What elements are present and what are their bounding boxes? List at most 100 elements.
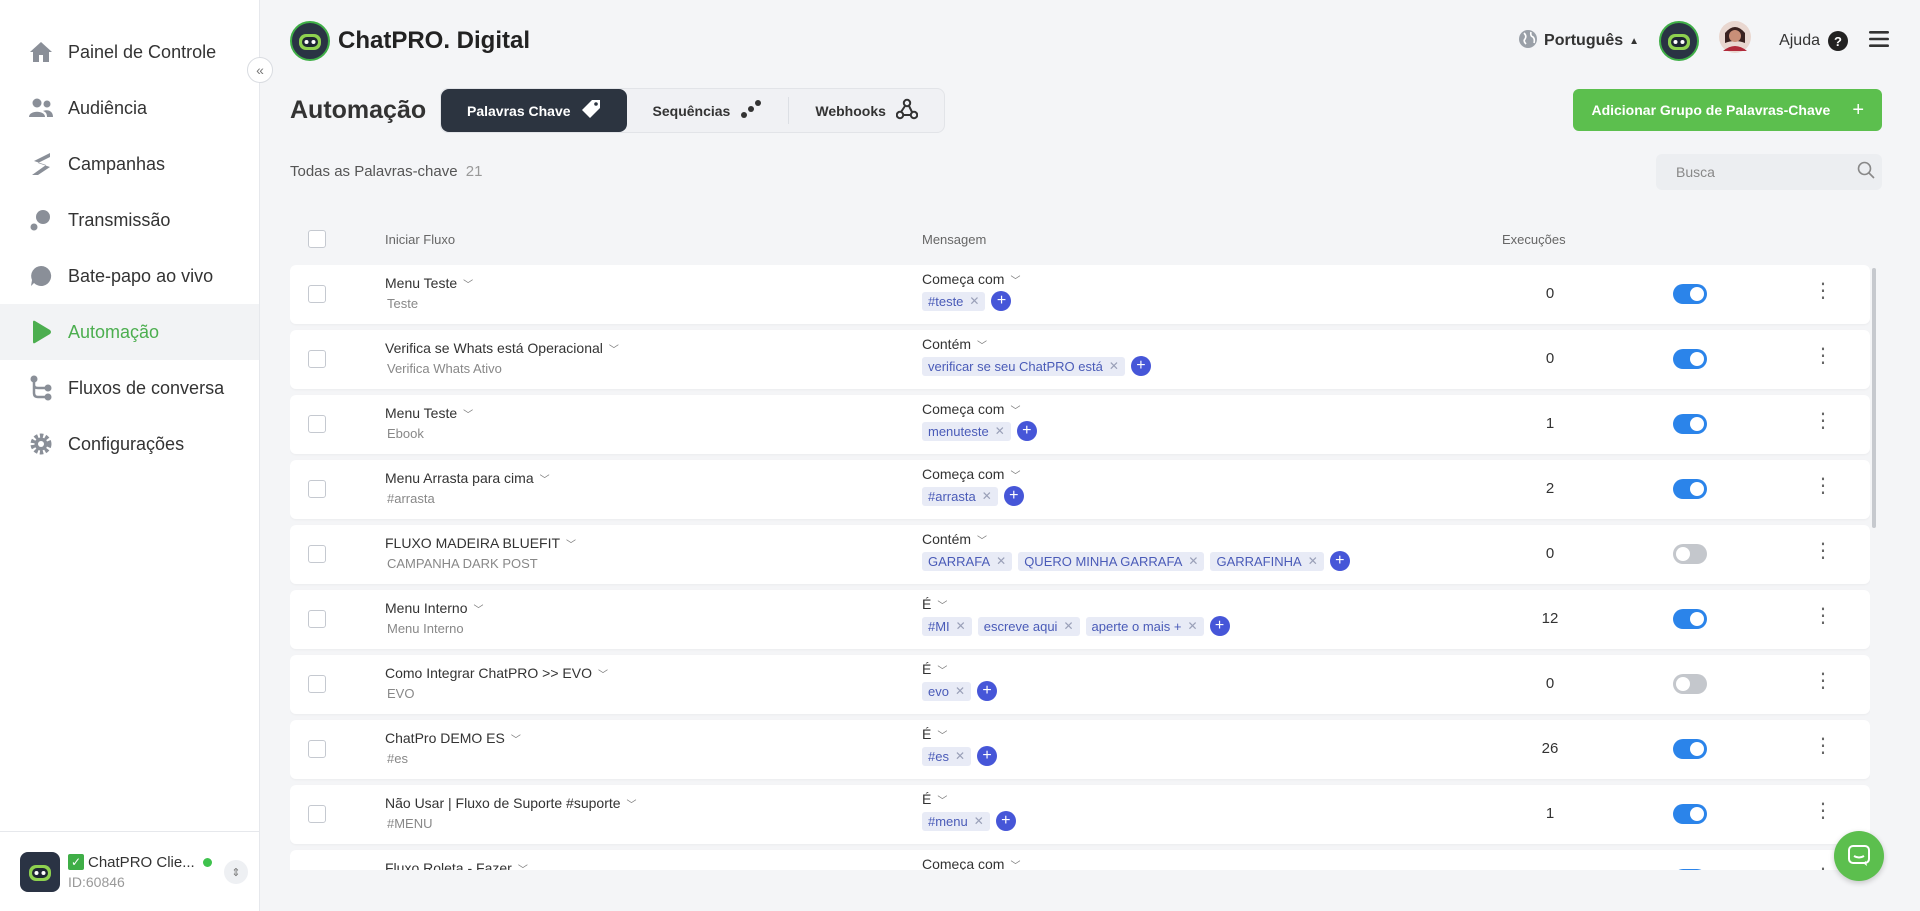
user-avatar[interactable] <box>1719 21 1759 61</box>
search-icon[interactable] <box>1857 161 1875 184</box>
remove-tag-icon[interactable]: ✕ <box>995 424 1005 438</box>
keyword-tag[interactable]: menuteste ✕ <box>922 421 1011 441</box>
keyword-tag[interactable]: GARRAFINHA ✕ <box>1210 551 1324 571</box>
match-type-selector[interactable]: Contém ﹀ <box>922 336 1151 352</box>
keyword-tag[interactable]: evo ✕ <box>922 681 972 701</box>
enable-toggle[interactable] <box>1673 414 1707 434</box>
help-link[interactable]: Ajuda ? <box>1779 31 1848 51</box>
scrollbar[interactable] <box>1872 268 1876 528</box>
remove-tag-icon[interactable]: ✕ <box>1308 554 1318 568</box>
remove-tag-icon[interactable]: ✕ <box>996 554 1006 568</box>
sidebar-item-bate-papo[interactable]: Bate-papo ao vivo <box>0 248 259 304</box>
row-checkbox[interactable] <box>308 415 326 433</box>
enable-toggle[interactable] <box>1673 609 1707 629</box>
sidebar-item-automacao[interactable]: Automação <box>0 304 259 360</box>
keyword-tag[interactable]: #es ✕ <box>922 746 972 766</box>
sidebar-item-painel[interactable]: Painel de Controle <box>0 24 259 80</box>
table-row[interactable]: ChatPro DEMO ES ﹀ #es É ﹀ #es ✕ + 26 ⋮ <box>290 720 1870 779</box>
remove-tag-icon[interactable]: ✕ <box>974 814 984 828</box>
flow-selector[interactable]: Menu Interno ﹀ <box>385 600 484 616</box>
more-options-icon[interactable]: ⋮ <box>1813 671 1833 691</box>
row-checkbox[interactable] <box>308 805 326 823</box>
sort-arrows-icon[interactable]: ⇕ <box>224 860 248 884</box>
keyword-tag[interactable]: #arrasta ✕ <box>922 486 998 506</box>
more-options-icon[interactable]: ⋮ <box>1813 346 1833 366</box>
remove-tag-icon[interactable]: ✕ <box>982 489 992 503</box>
row-checkbox[interactable] <box>308 480 326 498</box>
support-chat-button[interactable] <box>1834 831 1884 881</box>
match-type-selector[interactable]: É ﹀ <box>922 596 1230 612</box>
remove-tag-icon[interactable]: ✕ <box>955 684 965 698</box>
add-keyword-group-button[interactable]: Adicionar Grupo de Palavras-Chave + <box>1573 89 1882 131</box>
table-row[interactable]: Menu Teste ﹀ Teste Começa com ﹀ #teste ✕ +… <box>290 265 1870 324</box>
match-type-selector[interactable]: É ﹀ <box>922 661 997 677</box>
sidebar-item-configuracoes[interactable]: Configurações <box>0 416 259 472</box>
flow-selector[interactable]: Verifica se Whats está Operacional ﹀ <box>385 340 619 356</box>
flow-selector[interactable]: ChatPro DEMO ES ﹀ <box>385 730 521 746</box>
more-options-icon[interactable]: ⋮ <box>1813 541 1833 561</box>
language-selector[interactable]: Português ▲ <box>1518 29 1639 54</box>
row-checkbox[interactable] <box>308 350 326 368</box>
flow-selector[interactable]: FLUXO MADEIRA BLUEFIT ﹀ <box>385 535 576 551</box>
match-type-selector[interactable]: É ﹀ <box>922 726 997 742</box>
keyword-tag[interactable]: #menu ✕ <box>922 811 990 831</box>
tab-webhooks[interactable]: Webhooks <box>789 89 944 132</box>
sidebar-item-fluxos[interactable]: Fluxos de conversa <box>0 360 259 416</box>
enable-toggle[interactable] <box>1673 479 1707 499</box>
keyword-tag[interactable]: #teste ✕ <box>922 291 986 311</box>
row-checkbox[interactable] <box>308 545 326 563</box>
enable-toggle[interactable] <box>1673 739 1707 759</box>
tab-palavras-chave[interactable]: Palavras Chave <box>441 89 627 132</box>
enable-toggle[interactable] <box>1673 804 1707 824</box>
flow-selector[interactable]: Menu Teste ﹀ <box>385 275 473 291</box>
remove-tag-icon[interactable]: ✕ <box>969 294 979 308</box>
sidebar-item-audiencia[interactable]: Audiência <box>0 80 259 136</box>
add-keyword-button[interactable]: + <box>1209 616 1230 636</box>
select-all-checkbox[interactable] <box>308 230 326 248</box>
flow-selector[interactable]: Como Integrar ChatPRO >> EVO ﹀ <box>385 665 608 681</box>
add-keyword-button[interactable]: + <box>1003 486 1024 506</box>
add-keyword-button[interactable]: + <box>1130 356 1151 376</box>
remove-tag-icon[interactable]: ✕ <box>1188 554 1198 568</box>
match-type-selector[interactable]: Começa com ﹀ <box>922 271 1020 287</box>
more-options-icon[interactable]: ⋮ <box>1813 866 1833 870</box>
enable-toggle[interactable] <box>1673 284 1707 304</box>
add-keyword-button[interactable]: + <box>1016 421 1037 441</box>
add-keyword-button[interactable]: + <box>1329 551 1350 571</box>
more-options-icon[interactable]: ⋮ <box>1813 606 1833 626</box>
account-switcher[interactable]: ✓ ChatPRO Clie... ID:60846 ⇕ <box>0 831 260 911</box>
workspace-avatar[interactable] <box>1659 21 1700 61</box>
add-keyword-button[interactable]: + <box>977 746 998 766</box>
more-options-icon[interactable]: ⋮ <box>1813 801 1833 821</box>
keyword-tag[interactable]: aperte o mais + ✕ <box>1085 616 1204 636</box>
row-checkbox[interactable] <box>308 285 326 303</box>
flow-selector[interactable]: Não Usar | Fluxo de Suporte #suporte ﹀ <box>385 795 637 811</box>
keyword-tag[interactable]: verificar se seu ChatPRO está ✕ <box>922 356 1125 376</box>
sidebar-item-campanhas[interactable]: Campanhas <box>0 136 259 192</box>
flow-selector[interactable]: Menu Teste ﹀ <box>385 405 473 421</box>
table-row[interactable]: FLUXO MADEIRA BLUEFIT ﹀ CAMPANHA DARK PO… <box>290 525 1870 584</box>
enable-toggle[interactable] <box>1673 349 1707 369</box>
add-keyword-button[interactable]: + <box>991 291 1012 311</box>
match-type-selector[interactable]: Começa com ﹀ <box>922 466 1024 482</box>
collapse-sidebar-button[interactable]: « <box>247 57 273 83</box>
match-type-selector[interactable]: Contém ﹀ <box>922 531 1350 547</box>
table-row[interactable]: Menu Teste ﹀ Ebook Começa com ﹀ menutest… <box>290 395 1870 454</box>
keyword-tag[interactable]: GARRAFA ✕ <box>922 551 1013 571</box>
match-type-selector[interactable]: Começa com ﹀ <box>922 401 1037 417</box>
remove-tag-icon[interactable]: ✕ <box>955 749 965 763</box>
table-row[interactable]: Como Integrar ChatPRO >> EVO ﹀ EVO É ﹀ e… <box>290 655 1870 714</box>
enable-toggle[interactable] <box>1673 869 1707 870</box>
row-checkbox[interactable] <box>308 675 326 693</box>
table-row[interactable]: Fluxo Roleta - Fazer ﹀ Começa com ﹀ ⋮ <box>290 850 1870 870</box>
remove-tag-icon[interactable]: ✕ <box>1063 619 1073 633</box>
table-row[interactable]: Não Usar | Fluxo de Suporte #suporte ﹀ #… <box>290 785 1870 844</box>
more-options-icon[interactable]: ⋮ <box>1813 736 1833 756</box>
hamburger-menu-icon[interactable] <box>1868 29 1890 54</box>
flow-selector[interactable]: Fluxo Roleta - Fazer ﹀ <box>385 860 528 870</box>
match-type-selector[interactable]: É ﹀ <box>922 791 1016 807</box>
table-row[interactable]: Verifica se Whats está Operacional ﹀ Ver… <box>290 330 1870 389</box>
add-keyword-button[interactable]: + <box>977 681 998 701</box>
enable-toggle[interactable] <box>1673 674 1707 694</box>
keyword-tag[interactable]: QUERO MINHA GARRAFA ✕ <box>1018 551 1205 571</box>
